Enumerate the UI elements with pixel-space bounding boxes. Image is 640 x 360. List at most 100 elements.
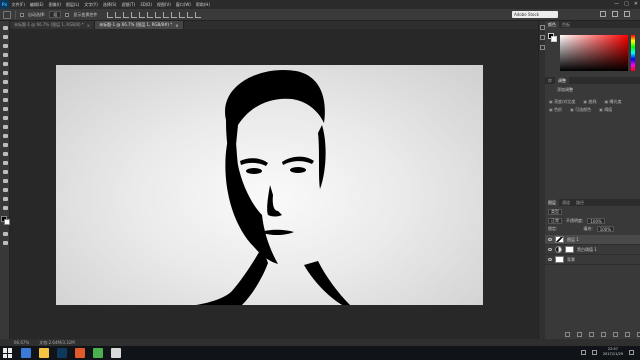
- notifications-icon[interactable]: [629, 349, 634, 355]
- distribute-middle-icon[interactable]: [163, 11, 170, 18]
- menu-view[interactable]: 视图(V): [154, 2, 173, 8]
- screen-mode-icon[interactable]: [2, 240, 8, 246]
- clone-stamp-tool-icon[interactable]: [2, 97, 8, 103]
- canvas-area[interactable]: [10, 29, 538, 339]
- quick-mask-icon[interactable]: [2, 231, 8, 237]
- threshold-button[interactable]: 阈值: [599, 107, 612, 113]
- curves-button[interactable]: 曲线: [583, 99, 596, 105]
- close-tab-icon[interactable]: ×: [87, 23, 90, 28]
- align-center-icon[interactable]: [139, 11, 146, 18]
- stock-search-input[interactable]: Adobe Stock: [512, 11, 558, 18]
- menu-layer[interactable]: 图层(L): [63, 2, 81, 8]
- fill-input[interactable]: 100%: [596, 226, 615, 232]
- exposure-button[interactable]: 曝光度: [604, 99, 622, 105]
- eye-icon[interactable]: [548, 238, 552, 241]
- zoom-level[interactable]: 66.67%: [14, 340, 29, 345]
- distribute-right-icon[interactable]: [195, 11, 202, 18]
- auto-select-checkbox[interactable]: [20, 12, 24, 17]
- levels-button[interactable]: 色阶: [549, 107, 562, 113]
- distribute-left-icon[interactable]: [179, 11, 186, 18]
- brightness-contrast-button[interactable]: 亮度/对比度: [549, 99, 575, 105]
- dodge-tool-icon[interactable]: [2, 142, 8, 148]
- document-tab-1[interactable]: 未标题-1 @ 66.7% (图层 1, RGB/8) * ×: [10, 21, 96, 29]
- selective-color-button[interactable]: 可选颜色: [570, 107, 591, 113]
- align-left-icon[interactable]: [131, 11, 138, 18]
- blur-tool-icon[interactable]: [2, 133, 8, 139]
- menu-help[interactable]: 帮助(H): [193, 2, 212, 8]
- rectangle-tool-icon[interactable]: [2, 178, 8, 184]
- document-canvas[interactable]: [56, 65, 483, 305]
- menu-select[interactable]: 选择(S): [100, 2, 119, 8]
- link-layers-icon[interactable]: [565, 332, 570, 337]
- close-tab-icon[interactable]: ×: [175, 23, 178, 28]
- tab-adjustments[interactable]: 调整: [555, 77, 569, 84]
- tab-swatches[interactable]: 色板: [559, 22, 573, 28]
- color-swatches[interactable]: [548, 33, 557, 42]
- background-color[interactable]: [551, 36, 557, 42]
- menu-image[interactable]: 图像(I): [46, 2, 63, 8]
- quick-select-tool-icon[interactable]: [2, 52, 8, 58]
- volume-icon[interactable]: [591, 349, 597, 355]
- menu-type[interactable]: 文字(Y): [82, 2, 101, 8]
- align-bottom-icon[interactable]: [123, 11, 130, 18]
- tab-channels[interactable]: 通道: [559, 200, 573, 206]
- search-icon[interactable]: [600, 11, 606, 17]
- network-icon[interactable]: [580, 349, 586, 355]
- menu-window[interactable]: 窗口(W): [173, 2, 193, 8]
- transform-controls-checkbox[interactable]: [65, 12, 70, 17]
- eye-icon[interactable]: [548, 248, 552, 251]
- eraser-tool-icon[interactable]: [2, 115, 8, 121]
- move-tool-icon[interactable]: [2, 25, 8, 31]
- tab-libraries[interactable]: 库: [545, 78, 555, 84]
- blend-mode-dropdown[interactable]: 正常: [548, 218, 562, 224]
- distribute-bottom-icon[interactable]: [171, 11, 178, 18]
- menu-filter[interactable]: 滤镜(T): [119, 2, 138, 8]
- color-picker-field[interactable]: [560, 35, 628, 71]
- auto-select-dropdown[interactable]: 组: [49, 11, 62, 18]
- eye-icon[interactable]: [548, 258, 552, 261]
- clock[interactable]: 22:57 2017/11/29: [603, 347, 623, 357]
- new-layer-icon[interactable]: [625, 332, 630, 337]
- menu-file[interactable]: 文件(F): [9, 2, 27, 8]
- hue-slider[interactable]: [631, 35, 635, 71]
- layer-style-icon[interactable]: [577, 332, 582, 337]
- document-tab-2[interactable]: 未标题-1 @ 66.7% (图层 1, RGB/8#) * ×: [95, 21, 184, 29]
- layer-row[interactable]: 图层 1: [545, 235, 640, 245]
- photoshop-taskbar-icon[interactable]: [57, 348, 67, 358]
- share-icon[interactable]: [624, 11, 630, 17]
- lasso-tool-icon[interactable]: [2, 43, 8, 49]
- tab-paths[interactable]: 路径: [573, 200, 587, 206]
- gradient-tool-icon[interactable]: [2, 124, 8, 130]
- maximize-button[interactable]: □: [624, 1, 629, 7]
- marquee-tool-icon[interactable]: [2, 34, 8, 40]
- layer-row[interactable]: 背景: [545, 255, 640, 265]
- align-middle-icon[interactable]: [115, 11, 122, 18]
- taskbar-app-icon[interactable]: [111, 348, 121, 358]
- minimize-button[interactable]: —: [614, 1, 619, 7]
- tab-color[interactable]: 颜色: [545, 21, 559, 28]
- menu-3d[interactable]: 3D(D): [138, 2, 155, 7]
- tab-layers[interactable]: 图层: [545, 199, 559, 206]
- zoom-tool-icon[interactable]: [2, 196, 8, 202]
- add-mask-icon[interactable]: [589, 332, 594, 337]
- hand-tool-icon[interactable]: [2, 187, 8, 193]
- taskbar-app-icon[interactable]: [21, 348, 31, 358]
- path-select-tool-icon[interactable]: [2, 169, 8, 175]
- type-tool-icon[interactable]: [2, 160, 8, 166]
- distribute-center-icon[interactable]: [187, 11, 194, 18]
- taskbar-app-icon[interactable]: [39, 348, 49, 358]
- windows-start-icon[interactable]: [3, 348, 13, 358]
- close-button[interactable]: ✕: [634, 1, 638, 7]
- taskbar-app-icon[interactable]: [75, 348, 85, 358]
- new-group-icon[interactable]: [613, 332, 618, 337]
- align-right-icon[interactable]: [147, 11, 154, 18]
- layer-row[interactable]: 黑白阈值 1: [545, 245, 640, 255]
- brush-tool-icon[interactable]: [2, 88, 8, 94]
- opacity-input[interactable]: 100%: [587, 218, 605, 224]
- align-top-icon[interactable]: [107, 11, 114, 18]
- menu-edit[interactable]: 编辑(E): [27, 2, 46, 8]
- history-brush-tool-icon[interactable]: [2, 106, 8, 112]
- new-adjustment-icon[interactable]: [601, 332, 606, 337]
- crop-tool-icon[interactable]: [2, 61, 8, 67]
- pen-tool-icon[interactable]: [2, 151, 8, 157]
